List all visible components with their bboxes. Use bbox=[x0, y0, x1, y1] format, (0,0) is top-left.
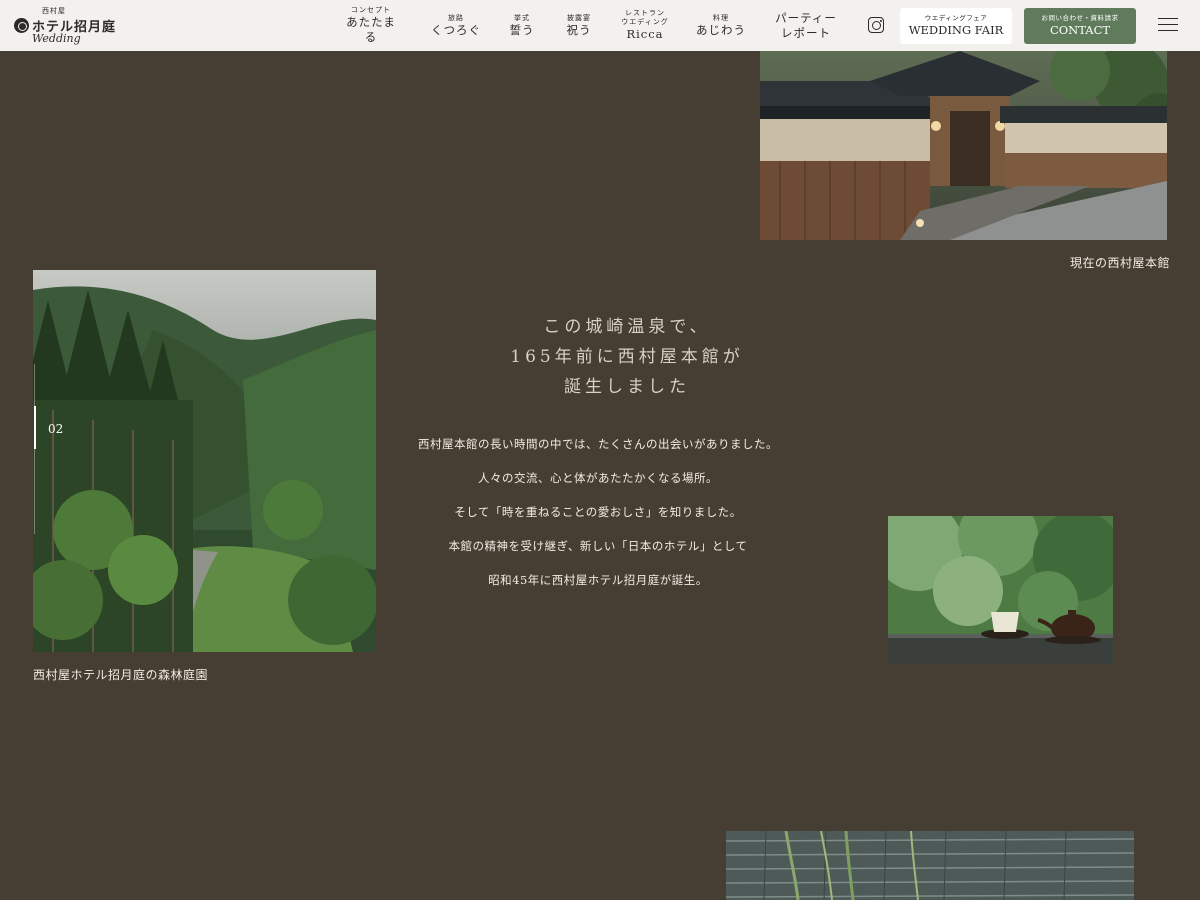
wedding-fair-button[interactable]: ウエディングフェア WEDDING FAIR bbox=[900, 8, 1012, 44]
logo-small-text: 西村屋 bbox=[42, 7, 66, 15]
contact-button[interactable]: お問い合わせ・資料請求 CONTACT bbox=[1024, 8, 1136, 44]
nav-sub: 料理 bbox=[713, 13, 729, 22]
nav-item-cuisine[interactable]: 料理 あじわう bbox=[692, 0, 750, 51]
headline-line: 誕生しました bbox=[564, 377, 690, 397]
nav-sub: 旅路 bbox=[448, 13, 464, 22]
forest-photo-caption: 西村屋ホテル招月庭の森林庭園 bbox=[33, 668, 209, 682]
nav-item-party-report[interactable]: パーティー レポート bbox=[770, 0, 842, 51]
headline-line: この城崎温泉で、 bbox=[543, 317, 711, 337]
nav-sub: 挙式 bbox=[514, 13, 530, 22]
slide-index: 02 bbox=[48, 422, 64, 436]
nav-label: 祝う bbox=[566, 22, 592, 37]
nav-label: あたたまる bbox=[346, 15, 396, 44]
body-line: 昭和45年に西村屋ホテル招月庭が誕生。 bbox=[488, 573, 708, 587]
wedding-fair-sub: ウエディングフェア bbox=[924, 14, 988, 22]
wedding-fair-label: WEDDING FAIR bbox=[908, 23, 1004, 37]
forest-garden-photo bbox=[33, 270, 376, 652]
contact-label: CONTACT bbox=[1049, 23, 1111, 37]
nav-sub: 披露宴 bbox=[567, 13, 591, 22]
logo-script-text: Wedding bbox=[32, 32, 81, 45]
tea-photo bbox=[888, 516, 1113, 664]
nav-label: くつろぐ bbox=[431, 22, 481, 37]
hamburger-menu-icon[interactable] bbox=[1158, 18, 1178, 32]
inn-photo-caption: 現在の西村屋本館 bbox=[1070, 256, 1171, 270]
instagram-icon[interactable] bbox=[868, 17, 884, 33]
crest-icon bbox=[14, 18, 29, 33]
nav-label: あじわう bbox=[696, 22, 746, 37]
site-header: 西村屋 ホテル招月庭 Wedding コンセプト あたたまる 旅路 くつろぐ 挙… bbox=[0, 0, 1200, 51]
nav-item-ricca[interactable]: レストラン ウエディング Ricca bbox=[616, 0, 674, 51]
nav-sub: コンセプト bbox=[351, 6, 391, 14]
roof-photo bbox=[726, 831, 1134, 900]
site-logo[interactable]: 西村屋 ホテル招月庭 Wedding bbox=[14, 6, 115, 46]
contact-sub: お問い合わせ・資料請求 bbox=[1041, 14, 1119, 22]
headline-line: 165年前に西村屋本館が bbox=[510, 347, 744, 367]
body-line: 西村屋本館の長い時間の中では、たくさんの出会いがありました。 bbox=[418, 437, 778, 451]
body-line: 人々の交流、心と体があたたかくなる場所。 bbox=[478, 471, 718, 485]
nav-item-ceremony[interactable]: 挙式 誓う bbox=[502, 0, 542, 51]
nav-label: 誓う bbox=[509, 22, 535, 37]
section-headline: この城崎温泉で、 165年前に西村屋本館が 誕生しました bbox=[400, 312, 854, 402]
nav-item-concept[interactable]: コンセプト あたたまる bbox=[340, 0, 402, 51]
nav-label: パーティー レポート bbox=[775, 10, 837, 40]
inn-photo bbox=[760, 51, 1167, 240]
nav-sub: レストラン ウエディング bbox=[621, 9, 669, 26]
nav-item-reception[interactable]: 披露宴 祝う bbox=[558, 0, 600, 51]
slide-progress-track bbox=[34, 364, 35, 534]
nav-label: Ricca bbox=[626, 27, 664, 41]
body-line: そして「時を重ねることの愛おしさ」を知りました。 bbox=[454, 505, 742, 519]
section-body: 西村屋本館の長い時間の中では、たくさんの出会いがありました。 人々の交流、心と体… bbox=[398, 427, 798, 597]
nav-item-journey[interactable]: 旅路 くつろぐ bbox=[428, 0, 484, 51]
slide-progress-bar bbox=[34, 406, 36, 449]
body-line: 本館の精神を受け継ぎ、新しい「日本のホテル」として bbox=[448, 539, 748, 553]
